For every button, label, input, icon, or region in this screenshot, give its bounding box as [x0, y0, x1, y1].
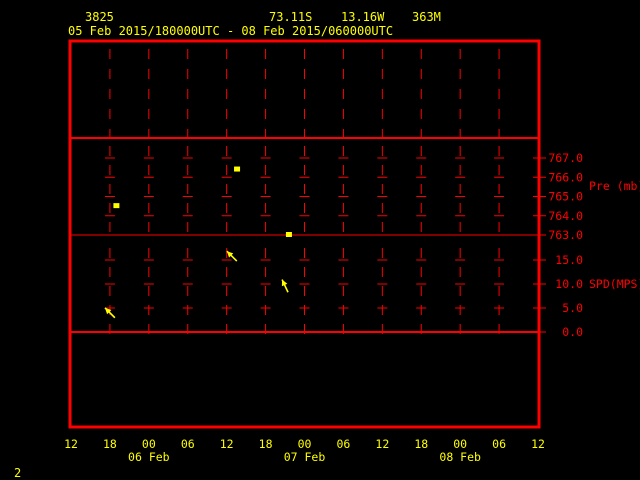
x-tick-label: 18: [259, 437, 273, 451]
pressure-tick-label: 764.0: [548, 209, 583, 223]
wind-tick-label: 15.0: [555, 253, 583, 267]
x-tick-label: 12: [64, 437, 78, 451]
pressure-tick-label: 763.0: [548, 228, 583, 242]
wind-tick-label: 0.0: [562, 325, 583, 339]
x-tick-label: 06: [492, 437, 506, 451]
x-tick-label: 18: [414, 437, 428, 451]
x-tick-label: 06: [336, 437, 350, 451]
x-tick-label: 00: [142, 437, 156, 451]
x-tick-label: 18: [103, 437, 117, 451]
x-tick-label: 12: [220, 437, 234, 451]
x-date-label: 06 Feb: [128, 450, 170, 464]
x-tick-label: 12: [531, 437, 545, 451]
x-date-label: 08 Feb: [439, 450, 481, 464]
pressure-tick-label: 765.0: [548, 190, 583, 204]
wind-arrow: [281, 279, 289, 293]
pressure-axis-label: Pre (mb): [589, 179, 640, 193]
pressure-point: [285, 232, 292, 237]
x-tick-label: 00: [453, 437, 467, 451]
wind-axis-label: SPD(MPS): [589, 277, 640, 291]
pressure-point: [113, 203, 120, 209]
wind-tick-label: 5.0: [562, 301, 583, 315]
wind-tick-label: 10.0: [555, 277, 583, 291]
x-tick-label: 06: [181, 437, 195, 451]
pressure-tick-label: 766.0: [548, 170, 583, 184]
pressure-tick-label: 767.0: [548, 151, 583, 165]
x-tick-label: 12: [375, 437, 389, 451]
pressure-point: [234, 166, 241, 172]
x-date-label: 07 Feb: [284, 450, 326, 464]
meteogram-chart: 767.0 766.0 765.0 764.0 763.0 15.0 10.0 5.0 0.0 P…: [64, 39, 640, 464]
x-tick-label: 00: [298, 437, 312, 451]
